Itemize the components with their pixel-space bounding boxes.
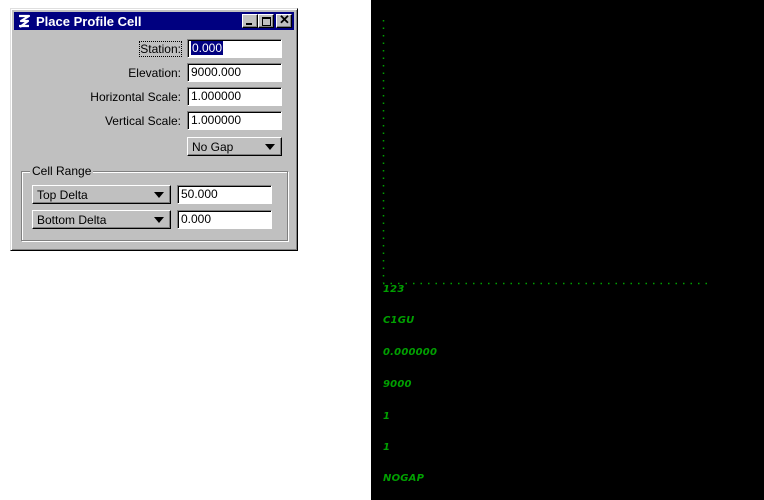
chevron-down-icon: [154, 217, 164, 223]
window-controls: ✕: [242, 12, 292, 28]
place-profile-cell-dialog: Place Profile Cell ✕ Station: 0.000 Elev…: [10, 8, 298, 251]
design-view-window[interactable]: 123 C1GU 0.000000 9000 1 1 NOGAP: [371, 0, 764, 500]
app-icon: [15, 12, 33, 30]
view-label: C1GU: [383, 315, 415, 326]
horizontal-scale-label: Horizontal Scale:: [90, 89, 181, 104]
bottom-delta-option-button[interactable]: Bottom Delta: [32, 210, 171, 229]
view-label: NOGAP: [383, 473, 425, 484]
profile-cell-graphics: [382, 20, 707, 285]
bottom-delta-input[interactable]: 0.000: [177, 210, 272, 229]
chevron-down-icon: [265, 144, 275, 150]
close-icon: ✕: [279, 12, 290, 27]
top-delta-input[interactable]: 50.000: [177, 185, 272, 204]
minimize-button[interactable]: [242, 14, 258, 28]
bottom-delta-option-label: Bottom Delta: [37, 212, 107, 227]
title-bar[interactable]: Place Profile Cell ✕: [14, 12, 294, 30]
vertical-scale-input[interactable]: 1.000000: [187, 111, 282, 130]
gap-option-label: No Gap: [192, 139, 234, 154]
minimize-icon: [246, 23, 252, 25]
gap-option-button[interactable]: No Gap: [187, 137, 282, 156]
close-button[interactable]: ✕: [276, 12, 292, 28]
view-label: 9000: [383, 379, 412, 390]
view-label: 123: [383, 284, 405, 295]
view-label: 1: [383, 411, 391, 422]
horizontal-scale-input[interactable]: 1.000000: [187, 87, 282, 106]
dialog-title: Place Profile Cell: [36, 13, 142, 29]
elevation-label: Elevation:: [128, 65, 181, 80]
vertical-scale-label: Vertical Scale:: [104, 113, 181, 128]
view-label: 0.000000: [383, 347, 438, 358]
station-label: Station:: [139, 40, 182, 57]
cell-range-group: Cell Range Top Delta 50.000 Bottom Delta…: [21, 164, 288, 241]
station-input[interactable]: 0.000: [187, 39, 282, 58]
maximize-icon: [262, 17, 271, 26]
cell-range-label: Cell Range: [30, 164, 94, 178]
elevation-input[interactable]: 9000.000: [187, 63, 282, 82]
top-delta-option-button[interactable]: Top Delta: [32, 185, 171, 204]
chevron-down-icon: [154, 192, 164, 198]
maximize-button[interactable]: [258, 14, 274, 28]
top-delta-option-label: Top Delta: [37, 187, 88, 202]
view-label: 1: [383, 442, 391, 453]
